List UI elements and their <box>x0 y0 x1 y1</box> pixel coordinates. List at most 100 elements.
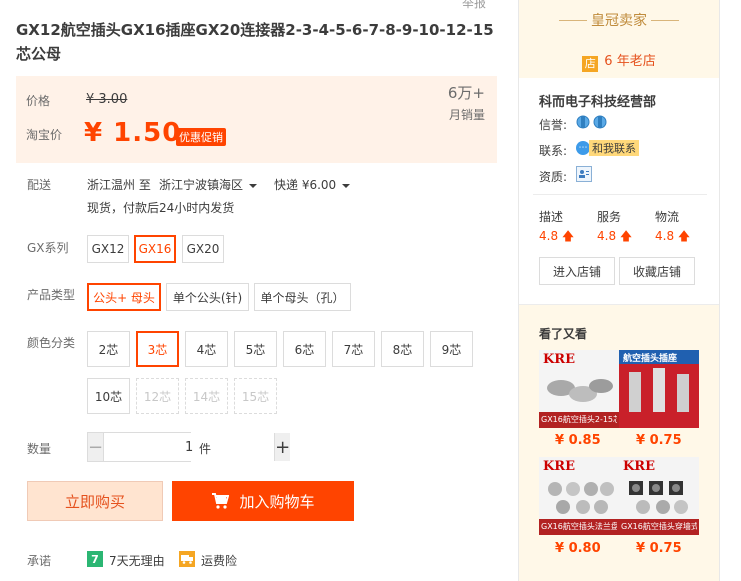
shipping-label: 配送 <box>27 178 52 192</box>
ship-note: 现货，付款后24小时内发货 <box>87 201 235 215</box>
ship-to-text: 浙江宁波镇海区 <box>159 178 244 192</box>
shop-sidebar: 皇冠卖家 店 6 年老店 科而电子科技经营部 信誉: 联系: ⋯ 和我联系 资质:… <box>518 0 720 581</box>
recommend-caption: 航空插头插座 <box>623 354 678 364</box>
sku-color-2[interactable]: 2芯 <box>87 331 130 367</box>
monthly-sales-label: 月销量 <box>448 108 485 122</box>
crown-seller-box: 皇冠卖家 店 6 年老店 <box>519 0 719 78</box>
favorite-shop-button[interactable]: 收藏店铺 <box>619 257 695 285</box>
crown-credit-icon <box>576 114 610 133</box>
sku-color-15: 15芯 <box>234 378 277 414</box>
chat-icon: ⋯ <box>576 141 590 155</box>
contact-button[interactable]: ⋯ 和我联系 <box>576 140 639 156</box>
recommend-caption: GX16航空插头2-15芯 <box>541 415 617 424</box>
score-logistics-value: 4.8 🡅 <box>655 229 691 243</box>
cart-icon <box>212 493 230 509</box>
recommend-caption: GX16航空插头法兰盘 <box>541 522 617 531</box>
recommend-price: ¥ 0.75 <box>636 433 682 448</box>
freight-insurance-text[interactable]: 运费险 <box>201 552 237 569</box>
sku-type-female[interactable]: 单个母头（孔） <box>254 283 351 311</box>
recommend-title: 看了又看 <box>539 327 588 341</box>
taobao-price: ¥ 1.50 <box>84 118 182 148</box>
contact-button-label: 和我联系 <box>589 140 639 156</box>
report-link[interactable]: 举报 <box>462 0 486 11</box>
color-label: 颜色分类 <box>27 336 76 350</box>
price-box: 价格 ¥ 3.00 淘宝价 ¥ 1.50 优惠促销 6万+ 月销量 <box>16 76 497 163</box>
freight-insurance-icon <box>179 551 195 567</box>
seven-day-return-text[interactable]: 7天无理由 <box>109 552 165 569</box>
license-icon[interactable] <box>576 166 592 182</box>
score-service-value: 4.8 🡅 <box>597 229 633 243</box>
shop-name[interactable]: 科而电子科技经营部 <box>539 91 656 110</box>
recommend-brand: KRE <box>543 459 576 474</box>
recommend-item-image[interactable]: 航空插头插座 <box>619 350 699 428</box>
buy-now-button[interactable]: 立即购买 <box>27 481 163 521</box>
recommend-item-image[interactable]: KRE GX16航空插头法兰盘 <box>539 457 619 535</box>
store-icon: 店 <box>582 56 599 72</box>
ship-method-selector[interactable]: 快递 ¥6.00 <box>274 176 351 193</box>
score-service-label: 服务 <box>597 210 622 224</box>
sku-color-5[interactable]: 5芯 <box>234 331 277 367</box>
recommend-price: ¥ 0.85 <box>555 433 601 448</box>
sku-type-pair[interactable]: 公头+ 母头 <box>87 283 161 311</box>
arrow-up-icon: 🡅 <box>561 229 575 243</box>
sku-series-gx20[interactable]: GX20 <box>182 235 224 263</box>
divider <box>651 20 679 21</box>
ship-from: 浙江温州 至 <box>87 178 151 192</box>
quantity-label: 数量 <box>27 442 52 456</box>
product-detail: 举报 GX12航空插头GX16插座GX20连接器2-3-4-5-6-7-8-9-… <box>0 0 510 581</box>
arrow-up-icon: 🡅 <box>619 229 633 243</box>
divider <box>533 194 707 195</box>
sku-series-gx12[interactable]: GX12 <box>87 235 129 263</box>
product-type-label: 产品类型 <box>27 288 76 302</box>
sku-color-12: 12芯 <box>136 378 179 414</box>
quantity-increase-button[interactable]: + <box>275 433 291 461</box>
qualification-label: 资质: <box>539 170 568 184</box>
score-logistics-label: 物流 <box>655 210 680 224</box>
add-to-cart-label: 加入购物车 <box>239 492 315 511</box>
ship-to-selector[interactable]: 浙江宁波镇海区 <box>159 176 258 193</box>
recommend-price: ¥ 0.80 <box>555 541 601 556</box>
seven-day-return-icon: 7 <box>87 551 103 567</box>
promise-label: 承诺 <box>27 554 52 568</box>
chevron-down-icon <box>249 183 258 188</box>
shop-years-text: 6 年老店 <box>604 54 656 69</box>
recommend-price: ¥ 0.75 <box>636 541 682 556</box>
chevron-down-icon <box>342 183 351 188</box>
sku-color-10[interactable]: 10芯 <box>87 378 130 414</box>
recommend-item-image[interactable]: KRE GX16航空插头穿墙式 <box>619 457 699 535</box>
ship-method-text: 快递 ¥6.00 <box>274 178 337 192</box>
arrow-up-icon: 🡅 <box>677 229 691 243</box>
score-desc-value: 4.8 🡅 <box>539 229 575 243</box>
add-to-cart-button[interactable]: 加入购物车 <box>172 481 354 521</box>
crown-seller-title: 皇冠卖家 <box>591 13 647 29</box>
quantity-unit: 件 <box>199 442 212 456</box>
series-label: GX系列 <box>27 241 69 255</box>
sku-color-4[interactable]: 4芯 <box>185 331 228 367</box>
sku-color-8[interactable]: 8芯 <box>381 331 424 367</box>
promo-tag[interactable]: 优惠促销 <box>176 128 226 146</box>
sku-color-7[interactable]: 7芯 <box>332 331 375 367</box>
contact-label: 联系: <box>539 144 568 158</box>
taobao-price-label: 淘宝价 <box>26 128 63 142</box>
sku-series-gx16[interactable]: GX16 <box>134 235 176 263</box>
sku-color-3[interactable]: 3芯 <box>136 331 179 367</box>
recommend-item-image[interactable]: KRE GX16航空插头2-15芯 <box>539 350 619 428</box>
recommend-caption: GX16航空插头穿墙式 <box>621 522 697 531</box>
sku-type-male[interactable]: 单个公头(针) <box>166 283 249 311</box>
enter-shop-button[interactable]: 进入店铺 <box>539 257 615 285</box>
shop-years: 店 6 年老店 <box>519 50 719 72</box>
quantity-decrease-button[interactable]: − <box>88 433 104 461</box>
sku-color-9[interactable]: 9芯 <box>430 331 473 367</box>
product-title: GX12航空插头GX16插座GX20连接器2-3-4-5-6-7-8-9-10-… <box>16 21 494 63</box>
original-price: ¥ 3.00 <box>86 92 128 107</box>
sku-color-14: 14芯 <box>185 378 228 414</box>
quantity-stepper: − + <box>87 432 291 462</box>
monthly-sales-count: 6万+ <box>447 84 485 102</box>
recommend-brand: KRE <box>623 459 656 474</box>
quantity-input[interactable] <box>103 433 276 461</box>
recommend-brand: KRE <box>543 352 576 367</box>
recommend-panel: 看了又看 KRE GX16航空插头2-15芯 ¥ 0.85 航空插头插座 ¥ 0… <box>519 304 719 581</box>
credit-label: 信誉: <box>539 118 568 132</box>
sku-color-6[interactable]: 6芯 <box>283 331 326 367</box>
price-label: 价格 <box>26 94 51 108</box>
